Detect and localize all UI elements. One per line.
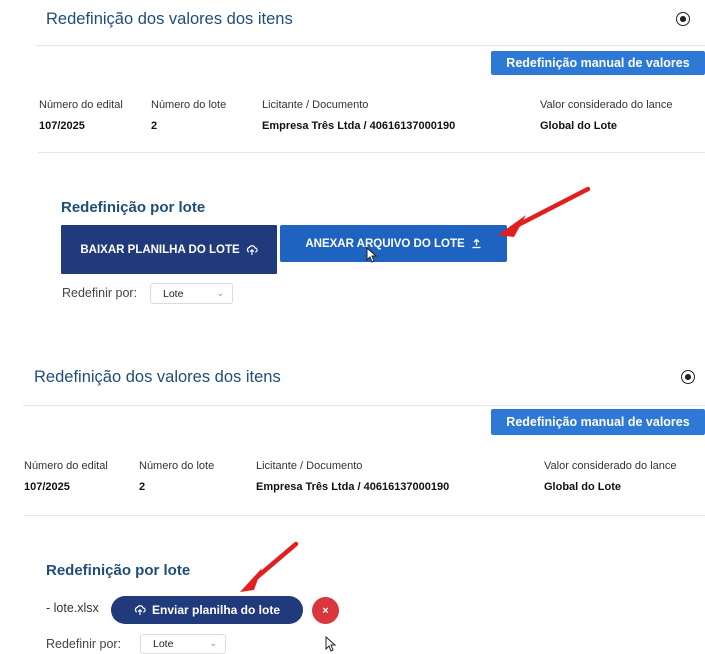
value-bid-value: Global do Lote <box>540 120 617 132</box>
send-button-label: Enviar planilha do lote <box>151 603 281 617</box>
upload-icon <box>472 238 481 249</box>
mouse-cursor <box>366 247 378 263</box>
divider <box>23 405 705 406</box>
divider <box>38 152 705 153</box>
panel1-title: Redefinição dos valores dos itens <box>46 10 293 28</box>
mouse-cursor <box>325 636 337 652</box>
download-button-label: BAIXAR PLANILHA DO LOTE <box>80 243 240 256</box>
section-title: Redefinição por lote <box>46 562 191 579</box>
redefine-by-value: Lote <box>153 638 174 650</box>
manual-redefinition-button[interactable]: Redefinição manual de valores <box>491 51 705 75</box>
divider <box>24 515 705 516</box>
label-lot-number: Número do lote <box>139 460 215 472</box>
label-lot-number: Número do lote <box>151 99 227 111</box>
panel2-title: Redefinição dos valores dos itens <box>34 368 281 386</box>
value-edital-number: 107/2025 <box>24 481 70 493</box>
close-circle-icon[interactable] <box>676 12 690 26</box>
chevron-down-icon: ⌄ <box>209 637 217 648</box>
chevron-down-icon: ⌄ <box>216 287 224 298</box>
label-bid-value: Valor considerado do lance <box>540 99 673 111</box>
value-bid-value: Global do Lote <box>544 481 621 493</box>
label-edital-number: Número do edital <box>39 99 123 111</box>
section-title: Redefinição por lote <box>61 199 206 216</box>
red-arrow-annotation <box>240 541 299 592</box>
value-bidder-document: Empresa Três Ltda / 40616137000190 <box>256 481 450 493</box>
remove-x-icon: × <box>322 604 329 617</box>
value-lot-number: 2 <box>151 120 158 132</box>
attach-button-label: ANEXAR ARQUIVO DO LOTE <box>305 237 465 250</box>
remove-file-button[interactable]: × <box>312 597 339 624</box>
redefine-by-label: Redefinir por: <box>46 637 122 651</box>
close-circle-icon[interactable] <box>681 370 695 384</box>
redefine-by-select[interactable]: Lote ⌄ <box>150 283 233 304</box>
value-edital-number: 107/2025 <box>39 120 85 132</box>
redefine-by-label: Redefinir por: <box>62 286 138 300</box>
attach-lot-file-button[interactable]: ANEXAR ARQUIVO DO LOTE <box>280 225 507 262</box>
label-bidder-document: Licitante / Documento <box>262 99 369 111</box>
upload-cloud-icon <box>134 605 146 615</box>
upload-cloud-icon <box>246 244 258 255</box>
send-lot-sheet-button[interactable]: Enviar planilha do lote <box>111 596 303 624</box>
label-edital-number: Número do edital <box>24 460 108 472</box>
label-bid-value: Valor considerado do lance <box>544 460 677 472</box>
download-lot-sheet-button[interactable]: BAIXAR PLANILHA DO LOTE <box>61 225 277 274</box>
label-bidder-document: Licitante / Documento <box>256 460 363 472</box>
redefine-by-select[interactable]: Lote ⌄ <box>140 634 226 654</box>
redefine-by-value: Lote <box>163 287 184 300</box>
manual-redefinition-button[interactable]: Redefinição manual de valores <box>491 409 705 435</box>
value-lot-number: 2 <box>139 481 146 493</box>
value-bidder-document: Empresa Três Ltda / 40616137000190 <box>262 120 456 132</box>
red-arrow-annotation <box>498 186 591 237</box>
divider <box>35 45 705 46</box>
selected-file-name: - lote.xlsx <box>46 601 99 615</box>
